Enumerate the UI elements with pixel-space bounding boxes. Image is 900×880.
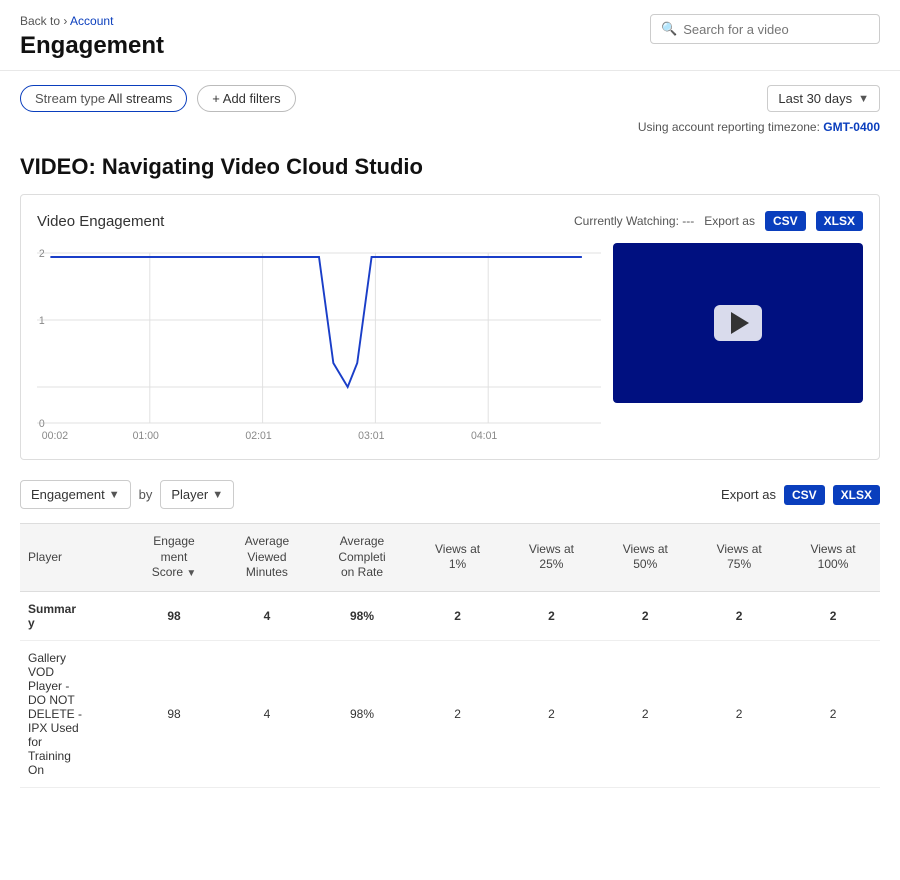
sort-icon[interactable]: ▼ [186, 567, 196, 580]
summary-engagement-score: 98 [127, 591, 220, 640]
engagement-chart: 2 1 0 00:02 01:00 02:01 03:01 04:01 [37, 243, 601, 443]
chevron-down-icon-2: ▼ [212, 489, 223, 501]
svg-text:0: 0 [39, 418, 45, 430]
dimension-dropdown[interactable]: Engagement ▼ [20, 480, 131, 509]
search-icon: 🔍 [661, 21, 677, 37]
table-export-csv-button[interactable]: CSV [784, 485, 825, 505]
col-views-1: Views at1% [411, 524, 505, 592]
row-avg-completion: 98% [313, 640, 410, 787]
header-left: Back to › Account Engagement [20, 14, 164, 60]
col-views-50: Views at50% [598, 524, 692, 592]
filters-left: Stream type All streams + Add filters [20, 85, 296, 112]
summary-views-75: 2 [692, 591, 786, 640]
col-views-100: Views at100% [786, 524, 880, 592]
row-views-50: 2 [598, 640, 692, 787]
dimension-label: Engagement [31, 487, 105, 502]
play-button[interactable] [714, 305, 762, 341]
svg-text:1: 1 [39, 315, 45, 327]
col-engagement-score: EngagementScore ▼ [127, 524, 220, 592]
summary-player: Summary [20, 591, 127, 640]
add-filters-button[interactable]: + Add filters [197, 85, 295, 112]
by-label: by [139, 487, 153, 502]
svg-text:02:01: 02:01 [245, 430, 271, 442]
col-views-75: Views at75% [692, 524, 786, 592]
table-controls: Engagement ▼ by Player ▼ Export as CSV X… [20, 476, 880, 513]
summary-views-100: 2 [786, 591, 880, 640]
table-row: GalleryVODPlayer -DO NOTDELETE -IPX Used… [20, 640, 880, 787]
col-avg-completion: AverageCompletion Rate [313, 524, 410, 592]
table-export-xlsx-button[interactable]: XLSX [833, 485, 880, 505]
search-input[interactable] [683, 22, 863, 37]
summary-avg-viewed: 4 [221, 591, 314, 640]
col-views-25: Views at25% [504, 524, 598, 592]
card-header: Video Engagement Currently Watching: ---… [37, 211, 863, 231]
export-xlsx-button[interactable]: XLSX [816, 211, 863, 231]
summary-views-50: 2 [598, 591, 692, 640]
play-icon [731, 312, 749, 334]
export-label: Export as [704, 214, 755, 228]
svg-text:2: 2 [39, 248, 45, 260]
breadcrumb-separator: › [63, 14, 67, 28]
summary-views-1: 2 [411, 591, 505, 640]
video-title: VIDEO: Navigating Video Cloud Studio [20, 154, 880, 180]
search-box[interactable]: 🔍 [650, 14, 880, 44]
summary-avg-completion: 98% [313, 591, 410, 640]
back-to-label: Back to [20, 14, 60, 28]
chevron-down-icon: ▼ [109, 489, 120, 501]
row-player: GalleryVODPlayer -DO NOTDELETE -IPX Used… [20, 640, 127, 787]
svg-text:00:02: 00:02 [42, 430, 68, 442]
svg-text:04:01: 04:01 [471, 430, 497, 442]
breadcrumb: Back to › Account [20, 14, 164, 28]
date-range-select[interactable]: Last 30 days ▼ [767, 85, 880, 112]
breadcrumb-account-link[interactable]: Account [70, 14, 113, 28]
page-title: Engagement [20, 32, 164, 60]
svg-text:01:00: 01:00 [133, 430, 159, 442]
row-views-25: 2 [504, 640, 598, 787]
stream-type-label: Stream type [35, 91, 105, 106]
group-dropdown[interactable]: Player ▼ [160, 480, 234, 509]
svg-text:03:01: 03:01 [358, 430, 384, 442]
timezone-link[interactable]: GMT-0400 [823, 120, 880, 134]
currently-watching-value: --- [682, 214, 694, 228]
stream-type-filter[interactable]: Stream type All streams [20, 85, 187, 112]
engagement-card: Video Engagement Currently Watching: ---… [20, 194, 880, 460]
video-thumbnail[interactable] [613, 243, 863, 403]
add-filter-label: + Add filters [212, 91, 280, 106]
chevron-down-icon: ▼ [858, 93, 869, 105]
table-controls-left: Engagement ▼ by Player ▼ [20, 480, 234, 509]
video-name: Navigating Video Cloud Studio [102, 154, 423, 179]
table-header-row: Player EngagementScore ▼ AverageViewedMi… [20, 524, 880, 592]
col-avg-viewed: AverageViewedMinutes [221, 524, 314, 592]
row-views-75: 2 [692, 640, 786, 787]
group-label: Player [171, 487, 208, 502]
stream-type-value: All streams [108, 91, 172, 106]
summary-views-25: 2 [504, 591, 598, 640]
chart-container: 2 1 0 00:02 01:00 02:01 03:01 04:01 [37, 243, 863, 443]
filters-row: Stream type All streams + Add filters La… [0, 71, 900, 120]
row-views-1: 2 [411, 640, 505, 787]
export-csv-button[interactable]: CSV [765, 211, 806, 231]
video-title-row: VIDEO: Navigating Video Cloud Studio [0, 144, 900, 194]
video-prefix: VIDEO: [20, 154, 96, 179]
summary-row: Summary 98 4 98% 2 2 2 2 2 [20, 591, 880, 640]
data-table: Player EngagementScore ▼ AverageViewedMi… [20, 523, 880, 788]
page-header: Back to › Account Engagement 🔍 [0, 0, 900, 71]
row-engagement-score: 98 [127, 640, 220, 787]
row-avg-viewed: 4 [221, 640, 314, 787]
timezone-row: Using account reporting timezone: GMT-04… [0, 120, 900, 144]
timezone-label: Using account reporting timezone: [638, 120, 820, 134]
date-range-value: Last 30 days [778, 91, 852, 106]
chart-area: 2 1 0 00:02 01:00 02:01 03:01 04:01 [37, 243, 601, 443]
table-section: Engagement ▼ by Player ▼ Export as CSV X… [20, 476, 880, 788]
col-player: Player [20, 524, 127, 592]
table-export-label: Export as [721, 487, 776, 502]
card-header-right: Currently Watching: --- Export as CSV XL… [574, 211, 863, 231]
currently-watching-label: Currently Watching: --- [574, 214, 694, 228]
row-views-100: 2 [786, 640, 880, 787]
card-title: Video Engagement [37, 213, 164, 230]
table-export: Export as CSV XLSX [721, 485, 880, 505]
